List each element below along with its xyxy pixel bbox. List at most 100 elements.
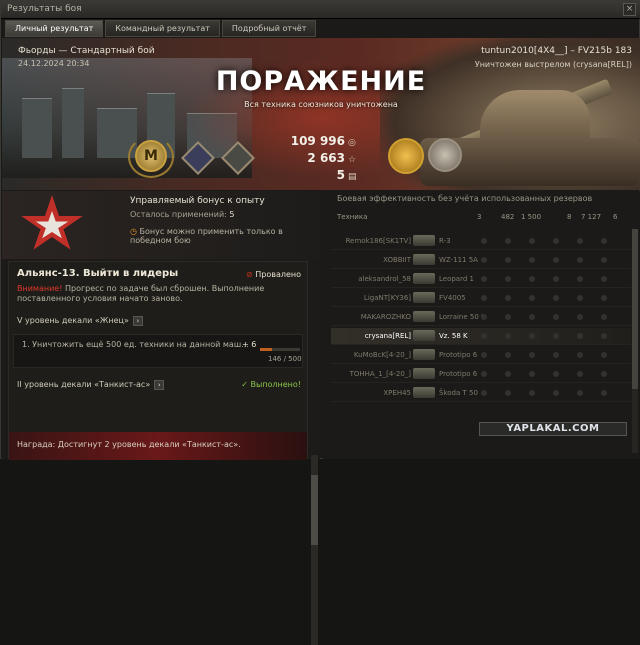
xp-bonus-block: Управляемый бонус к опыту Осталось приме… bbox=[2, 191, 320, 259]
stat-dot-icon bbox=[529, 390, 535, 396]
right-panel: Боевая эффективность без учёта использов… bbox=[323, 191, 640, 459]
tank-name: FV4005 bbox=[439, 294, 466, 302]
stat-dot-icon bbox=[577, 333, 583, 339]
stat-dot-icon bbox=[577, 352, 583, 358]
stat-dot-icon bbox=[481, 257, 487, 263]
xp-star-icon: ☆ bbox=[348, 155, 357, 165]
stat-dot-icon bbox=[601, 390, 607, 396]
stat-dot-icon bbox=[553, 238, 559, 244]
tab-team[interactable]: Командный результат bbox=[105, 20, 220, 37]
bonus-warning: ◷ Бонус можно применить только в победно… bbox=[130, 227, 283, 245]
tank-icon bbox=[413, 273, 435, 284]
table-row[interactable]: XPEH45 Škoda T 50 bbox=[331, 385, 631, 402]
table-header: Техника 3 482 1 500 8 7 127 6 bbox=[337, 213, 618, 221]
tank-icon bbox=[413, 254, 435, 265]
table-row[interactable]: KuMoBcK[4-20_] Prototipo 6 bbox=[331, 347, 631, 364]
player-name: LigaNT[KY36] bbox=[363, 294, 411, 302]
stat-dot-icon bbox=[529, 314, 535, 320]
stat-dot-icon bbox=[553, 295, 559, 301]
battle-results-window: Результаты боя × Личный результат Команд… bbox=[0, 0, 640, 645]
stat-dot-icon bbox=[601, 295, 607, 301]
chevron-right-icon: › bbox=[154, 380, 165, 390]
xp-value: 2 663 bbox=[307, 151, 345, 165]
stat-dot-icon bbox=[481, 276, 487, 282]
left-panel: Управляемый бонус к опыту Осталось приме… bbox=[2, 191, 320, 645]
stat-dot-icon bbox=[601, 314, 607, 320]
tank-name: Prototipo 6 bbox=[439, 370, 478, 378]
player-name: crysana[REL] bbox=[364, 332, 411, 340]
credits-icon: ◎ bbox=[348, 138, 356, 148]
result-reason: Вся техника союзников уничтожена bbox=[244, 100, 398, 109]
stat-dot-icon bbox=[553, 257, 559, 263]
table-row[interactable]: XOBBIIT WZ-111 5A bbox=[331, 252, 631, 269]
section-ace[interactable]: II уровень декали «Танкист-ас» › bbox=[17, 380, 165, 390]
tab-detailed[interactable]: Подробный отчёт bbox=[221, 20, 317, 37]
done-status: ✓ Выполнено! bbox=[241, 380, 301, 389]
mission-status: ⊘ Провалено bbox=[245, 270, 301, 279]
stat-dot-icon bbox=[577, 371, 583, 377]
mastery-medal-icon[interactable]: M bbox=[135, 140, 167, 172]
tank-name: WZ-111 5A bbox=[439, 256, 478, 264]
tab-bar: Личный результат Командный результат Под… bbox=[5, 20, 318, 37]
player-name: XOBBIIT bbox=[383, 256, 411, 264]
chevron-right-icon: › bbox=[132, 316, 143, 326]
mission-card: Альянс-13. Выйти в лидеры ⊘ Провалено Вн… bbox=[8, 261, 308, 460]
table-row[interactable]: MAKAROZHKO Lorraine 50 t bbox=[331, 309, 631, 326]
title-bar: Результаты боя × bbox=[1, 1, 640, 19]
stat-dot-icon bbox=[529, 295, 535, 301]
stat-dot-icon bbox=[481, 390, 487, 396]
close-icon[interactable]: × bbox=[623, 3, 636, 16]
stat-dot-icon bbox=[529, 276, 535, 282]
table-row[interactable]: ТОННА_1_[4-20_] Prototipo 6 bbox=[331, 366, 631, 383]
stat-dot-icon bbox=[505, 238, 511, 244]
helmet-medal-icon[interactable] bbox=[428, 138, 462, 172]
task-text: 1. Уничтожить ещё 500 ед. техники на дан… bbox=[22, 340, 249, 349]
tank-icon bbox=[413, 387, 435, 398]
tank-medal-icon[interactable] bbox=[388, 138, 424, 174]
stat-dot-icon bbox=[529, 257, 535, 263]
efficiency-heading: Боевая эффективность без учёта использов… bbox=[337, 194, 593, 203]
section-reaper[interactable]: V уровень декали «Жнец» › bbox=[17, 316, 143, 326]
tank-icon bbox=[413, 330, 435, 341]
stat-dot-icon bbox=[553, 276, 559, 282]
tank-name: Škoda T 50 bbox=[439, 389, 478, 397]
free-xp-icon: ▤ bbox=[348, 172, 357, 182]
stat-dot-icon bbox=[505, 295, 511, 301]
earnings: 109 996 ◎ 2 663 ☆ 5 ▤ bbox=[282, 134, 360, 185]
left-scrollbar[interactable] bbox=[311, 455, 318, 645]
task-row: 1. Уничтожить ещё 500 ед. техники на дан… bbox=[13, 334, 303, 368]
stat-dot-icon bbox=[553, 333, 559, 339]
task-plus: + 6 bbox=[242, 340, 257, 349]
watermark: YAPLAKAL.COM bbox=[479, 422, 627, 436]
stat-dot-icon bbox=[505, 390, 511, 396]
table-row[interactable]: crysana[REL] Vz. 58 K bbox=[331, 328, 631, 345]
stat-dot-icon bbox=[505, 257, 511, 263]
stat-dot-icon bbox=[481, 238, 487, 244]
stat-dot-icon bbox=[505, 352, 511, 358]
stat-dot-icon bbox=[505, 276, 511, 282]
table-row[interactable]: Remok186[SK1TV] R-3 bbox=[331, 233, 631, 250]
stat-dot-icon bbox=[481, 314, 487, 320]
tank-name: Prototipo 6 bbox=[439, 351, 478, 359]
col-vehicle[interactable]: Техника bbox=[337, 213, 367, 221]
stat-dot-icon bbox=[601, 371, 607, 377]
stat-dot-icon bbox=[553, 371, 559, 377]
tab-personal[interactable]: Личный результат bbox=[5, 20, 104, 37]
stat-dot-icon bbox=[577, 390, 583, 396]
map-name: Фьорды — Стандартный бой bbox=[18, 46, 155, 56]
player-name: aleksandrol_58 bbox=[358, 275, 411, 283]
clock-icon: ◷ bbox=[130, 227, 137, 236]
table-row[interactable]: aleksandrol_58 Leopard 1 bbox=[331, 271, 631, 288]
battle-result: ПОРАЖЕНИЕ bbox=[215, 66, 427, 97]
tank-icon bbox=[413, 235, 435, 246]
mission-note: Внимание! Прогресс по задаче был сброшен… bbox=[17, 284, 265, 303]
stat-dot-icon bbox=[601, 333, 607, 339]
right-scrollbar[interactable] bbox=[632, 229, 638, 453]
task-count: 146 / 500 bbox=[268, 355, 302, 363]
stat-dot-icon bbox=[505, 333, 511, 339]
result-banner: Фьорды — Стандартный бой 24.12.2024 20:3… bbox=[2, 38, 640, 190]
table-row[interactable]: LigaNT[KY36] FV4005 bbox=[331, 290, 631, 307]
tank-icon bbox=[413, 368, 435, 379]
player-name: MAKAROZHKO bbox=[360, 313, 411, 321]
task-progress-bar bbox=[260, 348, 300, 351]
